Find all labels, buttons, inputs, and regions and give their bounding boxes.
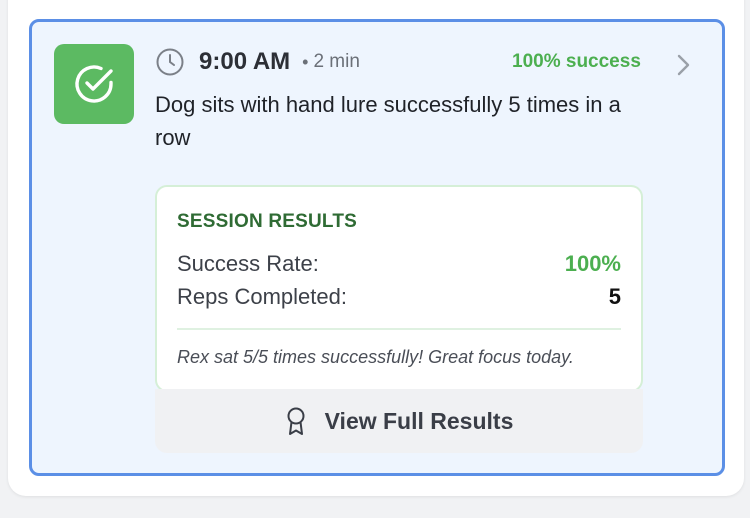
metric-label: Success Rate: [177, 251, 319, 276]
results-note: Rex sat 5/5 times successfully! Great fo… [177, 347, 574, 367]
divider [177, 328, 621, 330]
separator-dot: • [302, 51, 309, 72]
session-title: Dog sits with hand lure successfully 5 t… [155, 92, 621, 150]
time-row: 9:00 AM • 2 min [155, 47, 360, 77]
metric-label: Reps Completed: [177, 284, 347, 309]
session-time: 9:00 AM [199, 48, 291, 75]
chevron-right-icon[interactable] [672, 50, 694, 80]
success-label: 100% success [512, 51, 641, 72]
check-circle-icon [72, 62, 116, 106]
session-results-panel: SESSION RESULTS Success Rate: 100% Reps … [155, 185, 643, 392]
view-full-results-label: View Full Results [324, 407, 514, 434]
metric-value: 5 [608, 284, 621, 309]
clock-icon [155, 47, 185, 77]
status-tile [54, 44, 134, 124]
session-card[interactable]: 9:00 AM • 2 min 100% success Dog sits wi… [29, 19, 725, 476]
metric-reps-completed: Reps Completed: 5 [177, 284, 621, 310]
award-icon [285, 406, 307, 436]
session-duration: 2 min [313, 51, 360, 72]
metric-success-rate: Success Rate: 100% [177, 251, 621, 277]
view-full-results-button[interactable]: View Full Results [155, 389, 643, 453]
metric-value: 100% [564, 251, 621, 276]
results-heading: SESSION RESULTS [177, 211, 358, 232]
